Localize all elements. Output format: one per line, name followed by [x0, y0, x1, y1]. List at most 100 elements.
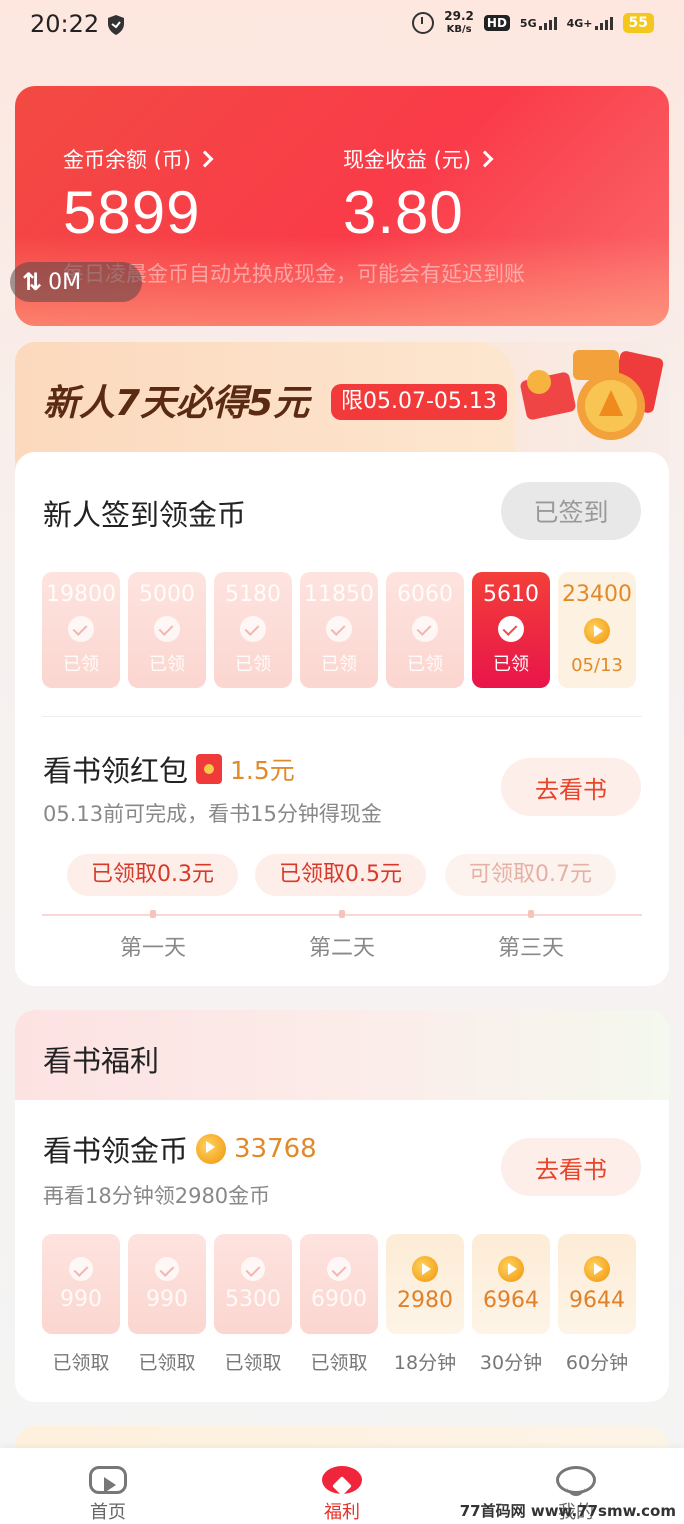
day-label: 已领 — [63, 654, 99, 675]
day-amount: 5000 — [139, 582, 195, 607]
checkin-day-tile[interactable]: 19800 已领 — [42, 572, 120, 688]
speed-unit: KB/s — [446, 24, 472, 35]
sync-icon: ⇅ — [22, 268, 43, 296]
battery-indicator: 55 — [622, 13, 654, 33]
progress-day-label: 第三天 — [497, 936, 564, 961]
checkin-day-tile-today[interactable]: 5610 已领 — [472, 572, 550, 688]
status-bar: 20:22 29.2 KB/s HD 5G 4G+ 55 — [0, 0, 684, 52]
sync-indicator[interactable]: ⇅ 0M — [10, 262, 142, 302]
signal-5g-label: 5G — [519, 16, 537, 30]
benefits-header-title: 看书福利 — [43, 1044, 160, 1078]
nav-welfare-label: 福利 — [324, 1502, 360, 1523]
nav-home-label: 首页 — [90, 1502, 126, 1523]
coin-icon — [196, 1134, 227, 1164]
chevron-right-icon — [196, 150, 214, 168]
tile-caption: 60分钟 — [565, 1352, 629, 1374]
check-icon — [240, 615, 266, 642]
tile-amount: 5300 — [225, 1286, 281, 1312]
coin-icon — [498, 1255, 524, 1282]
reading-coin-tile[interactable]: 6964 30分钟 — [472, 1234, 550, 1375]
tile-amount: 2980 — [397, 1287, 453, 1313]
tile-amount: 9644 — [569, 1287, 625, 1313]
read-red-packet-title: 看书领红包 — [43, 754, 189, 788]
check-icon — [412, 615, 438, 642]
reward-pill-day1[interactable]: 已领取0.3元 — [67, 854, 238, 896]
red-packet-amount: 1.5元 — [230, 756, 295, 785]
reading-coin-tile[interactable]: 5300 已领取 — [214, 1234, 292, 1375]
checkin-day-tile[interactable]: 6060 已领 — [386, 572, 464, 688]
chevron-right-icon — [476, 150, 494, 168]
tile-amount: 6964 — [483, 1287, 539, 1313]
tile-amount: 6900 — [311, 1286, 367, 1312]
tile-caption: 30分钟 — [479, 1352, 543, 1374]
check-icon — [326, 615, 352, 642]
cash-earnings-label: 现金收益 (元) — [343, 148, 472, 172]
day-label: 05/13 — [571, 655, 623, 676]
reading-coin-tile[interactable]: 6900 已领取 — [300, 1234, 378, 1375]
reading-coin-tile[interactable]: 9644 60分钟 — [558, 1234, 636, 1375]
read-red-packet-sub: 05.13前可完成，看书15分钟得现金 — [43, 802, 382, 826]
coin-balance-label-row: 金币余额 (币) — [63, 144, 214, 174]
check-icon — [155, 1256, 179, 1281]
speed-value: 29.2 — [444, 9, 474, 23]
check-icon — [69, 1256, 93, 1281]
signal-4g: 4G+ — [567, 16, 613, 30]
day-label: 已领 — [407, 654, 443, 675]
checkin-day-tile[interactable]: 5000 已领 — [128, 572, 206, 688]
check-icon — [241, 1256, 265, 1281]
status-time: 20:22 — [30, 10, 100, 38]
checkin-day-tile[interactable]: 5180 已领 — [214, 572, 292, 688]
nav-welfare[interactable]: 福利 — [282, 1448, 402, 1524]
network-speed: 29.2 KB/s — [444, 10, 474, 36]
coin-balance[interactable]: 金币余额 (币) 5899 — [63, 144, 214, 247]
reading-coin-tile[interactable]: 990 已领取 — [128, 1234, 206, 1375]
check-icon — [327, 1256, 351, 1281]
go-read-button[interactable]: 去看书 — [501, 758, 641, 816]
progress-day-label: 第一天 — [119, 936, 186, 961]
checkin-day-tile[interactable]: 11850 已领 — [300, 572, 378, 688]
check-icon — [498, 615, 524, 642]
welfare-icon — [322, 1466, 362, 1494]
progress-dot — [150, 910, 156, 918]
reward-pill-day2[interactable]: 已领取0.5元 — [255, 854, 426, 896]
red-packet-icon — [196, 754, 223, 784]
cash-earnings[interactable]: 现金收益 (元) 3.80 — [343, 144, 494, 247]
day-label: 已领 — [235, 654, 271, 675]
day-amount: 5610 — [483, 582, 539, 607]
reading-coin-tile[interactable]: 990 已领取 — [42, 1234, 120, 1375]
signal-bars-icon — [594, 16, 613, 30]
day-label: 已领 — [149, 654, 185, 675]
smile-icon — [556, 1466, 596, 1496]
signed-button[interactable]: 已签到 — [501, 482, 641, 540]
read-coins-sub: 再看18分钟领2980金币 — [43, 1184, 271, 1208]
coin-icon — [412, 1255, 438, 1282]
tile-caption: 已领取 — [310, 1352, 368, 1374]
newcomer-card: 新人7天必得5元 限05.07-05.13 新人签到领金币 已签到 19800 … — [15, 342, 669, 986]
reading-coin-tile[interactable]: 2980 18分钟 — [386, 1234, 464, 1375]
check-icon — [154, 615, 180, 642]
tile-caption: 已领取 — [224, 1352, 282, 1374]
tile-caption: 已领取 — [138, 1352, 196, 1374]
limit-badge: 限05.07-05.13 — [331, 384, 507, 420]
newcomer-title: 新人7天必得5元 — [43, 383, 310, 424]
reward-pill-day3[interactable]: 可领取0.7元 — [445, 854, 616, 896]
coin-balance-value: 5899 — [63, 179, 201, 246]
day-amount: 11850 — [304, 582, 374, 607]
progress-day-label: 第二天 — [308, 936, 375, 961]
nav-home[interactable]: 首页 — [48, 1448, 168, 1524]
tile-amount: 990 — [60, 1286, 102, 1312]
reading-benefits-card: 看书福利 看书领金币 33768 再看18分钟领2980金币 去看书 990 已… — [15, 1010, 669, 1402]
day-amount: 19800 — [46, 582, 116, 607]
signal-bars-icon — [538, 16, 557, 30]
progress-dot — [528, 910, 534, 918]
coin-icon — [584, 1255, 610, 1282]
reading-coin-box: 5300 — [214, 1234, 292, 1334]
go-read-button[interactable]: 去看书 — [501, 1138, 641, 1196]
day-amount: 6060 — [397, 582, 453, 607]
check-icon — [68, 615, 94, 642]
tile-amount: 990 — [146, 1286, 188, 1312]
checkin-day-tile-future[interactable]: 23400 05/13 — [558, 572, 636, 688]
status-indicators: 29.2 KB/s HD 5G 4G+ 55 — [412, 10, 654, 36]
day-label: 已领 — [493, 654, 529, 675]
reading-coin-box: 9644 — [558, 1234, 636, 1334]
